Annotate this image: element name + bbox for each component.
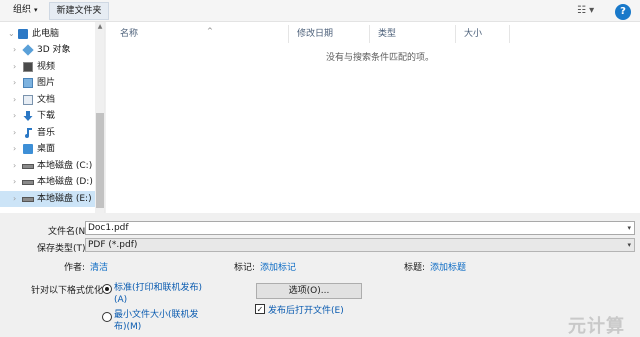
open-after-publish-label[interactable]: 发布后打开文件(E) <box>268 303 344 316</box>
sort-ascending-icon: ^ <box>207 27 213 35</box>
options-button[interactable]: 选项(O)... <box>256 283 362 299</box>
nav-item-drive-c[interactable]: › 本地磁盘 (C:) <box>0 158 95 174</box>
radio-minimum-line2: 布)(M) <box>114 322 142 332</box>
filename-value: Doc1.pdf <box>88 223 129 233</box>
radio-standard[interactable] <box>102 284 112 294</box>
save-form: 文件名(N): Doc1.pdf ▾ 保存类型(T): PDF (*.pdf) … <box>0 213 640 337</box>
chevron-right-icon[interactable]: › <box>13 108 16 124</box>
chevron-down-icon[interactable]: ▾ <box>627 239 631 251</box>
filename-input[interactable]: Doc1.pdf ▾ <box>85 221 635 235</box>
nav-item-documents[interactable]: › 文档 <box>0 92 95 108</box>
optimize-label: 针对以下格式优化: <box>31 286 107 296</box>
drive-icon <box>22 197 34 202</box>
nav-item-label: 视频 <box>37 62 56 72</box>
documents-icon <box>23 95 33 105</box>
scrollbar-thumb[interactable] <box>96 113 104 208</box>
nav-item-drive-e[interactable]: › 本地磁盘 (E:) <box>0 191 95 207</box>
nav-item-label: 音乐 <box>37 128 56 138</box>
organize-label: 组织 <box>13 5 32 15</box>
nav-item-label: 下载 <box>37 111 56 121</box>
video-icon <box>23 62 33 72</box>
nav-item-pictures[interactable]: › 图片 <box>0 75 95 91</box>
open-after-publish-checkbox[interactable]: ✓ <box>255 304 265 314</box>
3d-objects-icon <box>22 44 34 56</box>
nav-item-label: 文档 <box>37 95 56 105</box>
desktop-icon <box>23 144 33 154</box>
nav-item-videos[interactable]: › 视频 <box>0 59 95 75</box>
new-folder-button[interactable]: 新建文件夹 <box>49 2 109 20</box>
column-header-modified[interactable]: 修改日期 <box>289 25 370 43</box>
empty-message: 没有与搜索条件匹配的项。 <box>326 53 435 63</box>
column-header-size[interactable]: 大小 <box>456 25 510 43</box>
nav-item-label: 本地磁盘 (E:) <box>37 194 92 204</box>
nav-item-music[interactable]: › 音乐 <box>0 125 95 141</box>
radio-minimum-size[interactable] <box>102 312 112 322</box>
title-label: 标题: <box>404 263 426 273</box>
chevron-down-icon[interactable]: ▾ <box>627 222 631 234</box>
chevron-right-icon[interactable]: › <box>13 174 16 190</box>
nav-item-3d-objects[interactable]: › 3D 对象 <box>0 42 95 58</box>
chevron-right-icon[interactable]: › <box>13 191 16 207</box>
drive-icon <box>22 180 34 185</box>
chevron-right-icon[interactable]: › <box>13 158 16 174</box>
nav-item-label: 本地磁盘 (C:) <box>37 161 93 171</box>
column-header-name[interactable]: 名称 ^ <box>112 25 289 43</box>
filetype-label: 保存类型(T): <box>37 244 89 254</box>
radio-minimum-line1: 最小文件大小(联机发 <box>114 310 199 320</box>
add-title-link[interactable]: 添加标题 <box>430 260 466 273</box>
view-options-icon[interactable]: ☷ ▾ <box>577 4 605 18</box>
nav-item-label: 本地磁盘 (D:) <box>37 177 93 187</box>
chevron-right-icon[interactable]: › <box>13 141 16 157</box>
pictures-icon <box>23 78 33 88</box>
music-note-icon <box>23 128 33 138</box>
nav-item-drive-d[interactable]: › 本地磁盘 (D:) <box>0 174 95 190</box>
column-name-label: 名称 <box>120 29 139 39</box>
author-label: 作者: <box>64 263 86 273</box>
toolbar: 组织 ▾ 新建文件夹 ☷ ▾ ? <box>0 0 640 22</box>
nav-item-label: 图片 <box>37 78 56 88</box>
organize-menu-button[interactable]: 组织 ▾ <box>7 2 44 20</box>
chevron-right-icon[interactable]: › <box>13 75 16 91</box>
author-value[interactable]: 清洁 <box>90 260 108 273</box>
tags-label: 标记: <box>234 263 256 273</box>
nav-item-label: 桌面 <box>37 144 56 154</box>
chevron-right-icon[interactable]: › <box>13 42 16 58</box>
navigation-pane: ⌄ 此电脑 › 3D 对象 › 视频 › 图片 › 文档 › 下载 › 音乐 › <box>0 22 105 213</box>
download-arrow-icon <box>23 111 33 121</box>
nav-item-label: 3D 对象 <box>37 45 71 55</box>
chevron-down-icon: ▾ <box>34 6 38 14</box>
nav-item-downloads[interactable]: › 下载 <box>0 108 95 124</box>
add-tags-link[interactable]: 添加标记 <box>260 260 296 273</box>
radio-minimum-size-label[interactable]: 最小文件大小(联机发 布)(M) <box>114 309 199 333</box>
chevron-right-icon[interactable]: › <box>13 125 16 141</box>
help-icon[interactable]: ? <box>615 4 631 20</box>
radio-standard-line2: (A) <box>114 295 128 305</box>
radio-standard-line1: 标准(打印和联机发布) <box>114 283 203 293</box>
nav-scrollbar[interactable]: ▲ <box>95 22 104 213</box>
filetype-value: PDF (*.pdf) <box>88 240 138 250</box>
filetype-select[interactable]: PDF (*.pdf) ▾ <box>85 238 635 252</box>
scroll-up-icon[interactable]: ▲ <box>95 22 104 32</box>
file-list: 名称 ^ 修改日期 类型 大小 没有与搜索条件匹配的项。 <box>106 22 640 213</box>
watermark: 元计算 <box>568 316 625 337</box>
nav-item-desktop[interactable]: › 桌面 <box>0 141 95 157</box>
chevron-down-icon[interactable]: ⌄ <box>8 26 15 42</box>
column-header-type[interactable]: 类型 <box>370 25 456 43</box>
nav-item-this-pc[interactable]: ⌄ 此电脑 <box>0 26 95 42</box>
nav-item-label: 此电脑 <box>32 29 60 39</box>
radio-standard-label[interactable]: 标准(打印和联机发布) (A) <box>114 282 202 306</box>
chevron-right-icon[interactable]: › <box>13 92 16 108</box>
chevron-right-icon[interactable]: › <box>13 59 16 75</box>
drive-icon <box>22 164 34 169</box>
computer-icon <box>18 29 28 39</box>
